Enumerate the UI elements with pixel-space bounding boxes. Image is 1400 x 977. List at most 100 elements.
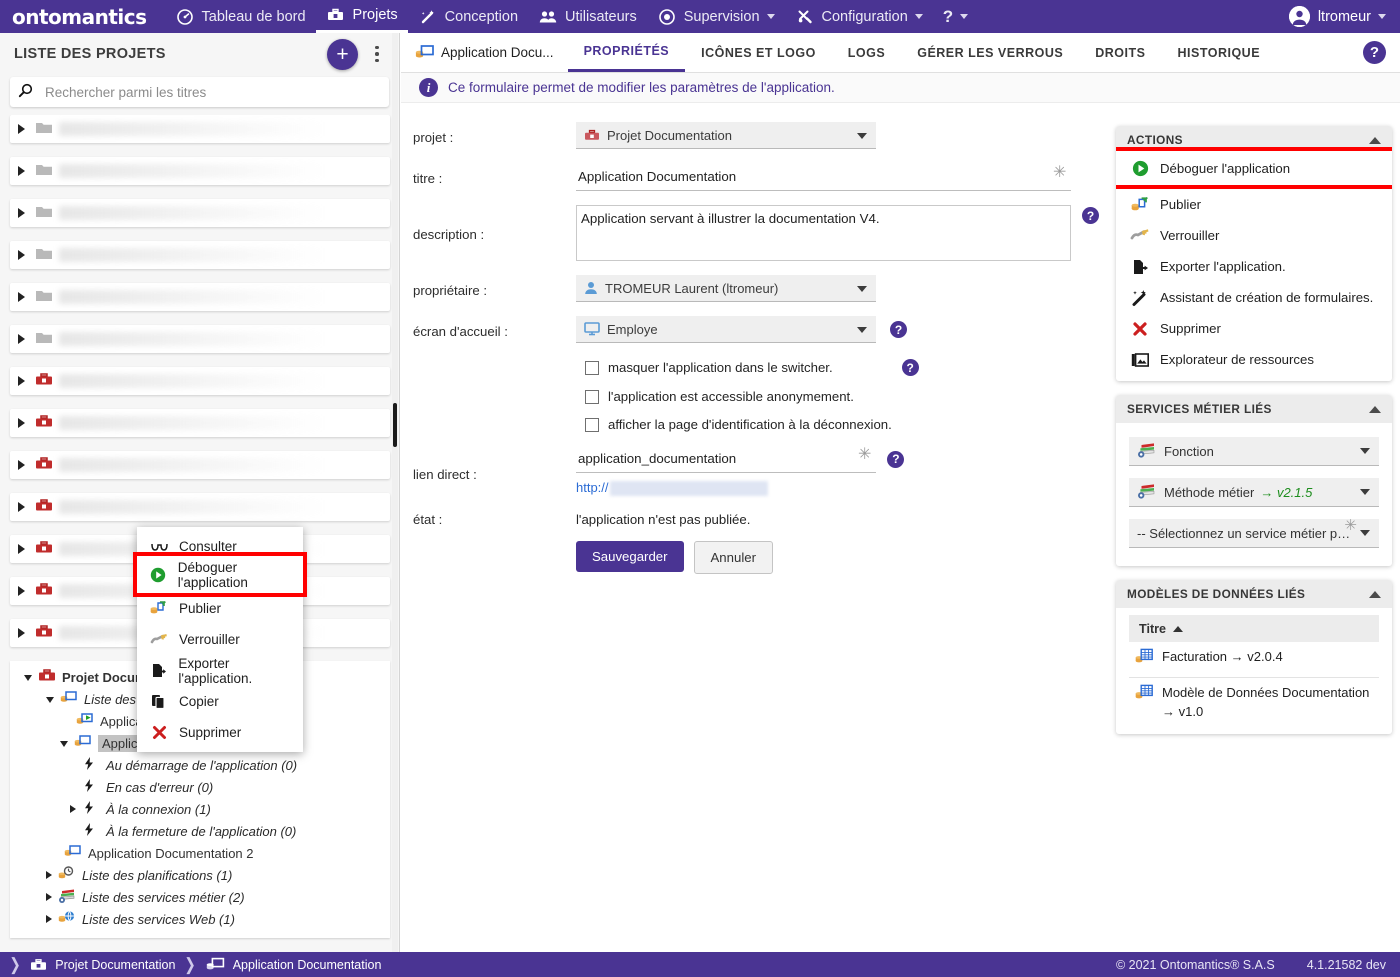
nav-item-tableau-de-bord[interactable]: Tableau de bord [165, 0, 316, 33]
list-item[interactable] [10, 409, 390, 437]
save-button[interactable]: Sauvegarder [576, 541, 684, 573]
more-options-icon[interactable] [365, 39, 389, 69]
chevron-right-icon[interactable] [18, 460, 25, 470]
models-table-header-titre[interactable]: Titre [1129, 615, 1379, 642]
projet-select[interactable]: Projet Documentation [576, 122, 876, 149]
chevron-right-icon[interactable] [18, 418, 25, 428]
action-verrouiller[interactable]: Verrouiller [1116, 220, 1392, 251]
action-assistant-formulaires[interactable]: Assistant de création de formulaires. [1116, 282, 1392, 313]
context-menu-item-copier[interactable]: Copier [137, 686, 303, 717]
description-textarea[interactable] [576, 205, 1071, 261]
help-icon-masquer[interactable]: ? [901, 359, 919, 376]
titre-input[interactable] [576, 163, 1071, 191]
help-icon-description[interactable]: ? [1082, 207, 1099, 224]
chevron-right-icon[interactable] [18, 586, 25, 596]
tree-node-en-cas-d-erreur[interactable]: En cas d'erreur (0) [10, 776, 390, 798]
lien-direct-prefix[interactable]: http:// [576, 480, 609, 495]
cancel-button[interactable]: Annuler [693, 541, 773, 575]
chevron-down-icon[interactable] [24, 675, 32, 681]
chevron-right-icon[interactable] [18, 334, 25, 344]
current-document-tab[interactable]: Application Docu... [415, 33, 568, 72]
list-item[interactable] [10, 493, 390, 521]
chevron-right-icon[interactable] [18, 292, 25, 302]
list-item[interactable] [10, 451, 390, 479]
help-icon-ecran-accueil[interactable]: ? [890, 321, 907, 338]
action-publier[interactable]: Publier [1116, 189, 1392, 220]
chevron-down-icon[interactable] [60, 741, 68, 747]
tab-historique[interactable]: HISTORIQUE [1161, 33, 1276, 72]
tab-logs[interactable]: LOGS [832, 33, 901, 72]
tree-node-application-documentation-2[interactable]: Application Documentation 2 [10, 842, 390, 864]
left-panel-scrollbar[interactable] [392, 33, 398, 952]
nav-item-help[interactable]: ? [933, 0, 978, 33]
add-project-button[interactable]: + [327, 38, 358, 70]
tab-droits[interactable]: DROITS [1079, 33, 1161, 72]
search-input[interactable] [43, 83, 381, 101]
service-select-fonction[interactable]: Fonction [1129, 437, 1379, 466]
context-menu-item-deboguer-application[interactable]: Déboguer l'application [137, 556, 303, 593]
chevron-up-icon[interactable] [1369, 136, 1381, 144]
table-row[interactable]: Modèle de Données Documentation → v1.0 [1129, 678, 1379, 728]
tree-node-liste-des-services-metier[interactable]: Liste des services métier (2) [10, 886, 390, 908]
chevron-right-icon[interactable] [18, 544, 25, 554]
context-menu-item-publier[interactable]: Publier [137, 593, 303, 624]
services-panel-header[interactable]: SERVICES MÉTIER LIÉS [1116, 395, 1392, 423]
chevron-right-icon[interactable] [18, 208, 25, 218]
tab-proprietes[interactable]: PROPRIÉTÉS [567, 33, 686, 72]
action-exporter[interactable]: Exporter l'application. [1116, 251, 1392, 282]
ecran-accueil-select[interactable]: Employe [576, 316, 876, 343]
chevron-right-icon[interactable] [18, 166, 25, 176]
service-selector-empty[interactable]: -- Sélectionnez un service métier pour r… [1129, 517, 1379, 548]
breadcrumb-projet-documentation[interactable]: ❯ Projet Documentation [2, 955, 175, 975]
list-item[interactable] [10, 241, 390, 269]
tree-node-a-la-fermeture[interactable]: À la fermeture de l'application (0) [10, 820, 390, 842]
tab-icones-et-logo[interactable]: ICÔNES ET LOGO [685, 33, 832, 72]
help-icon-lien-direct[interactable]: ? [887, 450, 905, 468]
table-row[interactable]: Facturation → v2.0.4 [1129, 642, 1379, 678]
chevron-right-icon[interactable] [70, 805, 76, 813]
tree-node-au-demarrage[interactable]: Au démarrage de l'application (0) [10, 754, 390, 776]
service-select-methode-metier[interactable]: Méthode métier → v2.1.5 [1129, 478, 1379, 507]
lien-direct-input[interactable] [576, 445, 876, 473]
list-item[interactable] [10, 199, 390, 227]
context-menu-item-exporter[interactable]: Exporter l'application. [137, 655, 303, 686]
tree-node-liste-des-services-web[interactable]: Liste des services Web (1) [10, 908, 390, 930]
context-menu-item-supprimer[interactable]: Supprimer [137, 717, 303, 748]
help-button[interactable]: ? [1363, 41, 1386, 64]
chevron-right-icon[interactable] [46, 915, 52, 923]
nav-item-projets[interactable]: Projets [315, 0, 408, 33]
list-item[interactable] [10, 115, 390, 143]
list-item[interactable] [10, 157, 390, 185]
chevron-right-icon[interactable] [46, 893, 52, 901]
breadcrumb-application-documentation[interactable]: ❯ Application Documentation [177, 955, 382, 975]
chevron-up-icon[interactable] [1369, 405, 1381, 413]
action-deboguer-application[interactable]: Déboguer l'application [1116, 151, 1392, 185]
list-item[interactable] [10, 325, 390, 353]
identification-checkbox[interactable] [585, 417, 599, 432]
tab-gerer-les-verrous[interactable]: GÉRER LES VERROUS [901, 33, 1079, 72]
user-menu[interactable]: ltromeur [1288, 6, 1386, 27]
search-box[interactable] [10, 77, 389, 107]
tree-node-liste-des-planifications[interactable]: Liste des planifications (1) [10, 864, 390, 886]
actions-panel-header[interactable]: ACTIONS [1116, 126, 1392, 154]
anonyme-checkbox[interactable] [585, 389, 599, 404]
nav-item-utilisateurs[interactable]: Utilisateurs [528, 0, 647, 33]
sort-ascending-icon[interactable] [1173, 625, 1184, 632]
lien-direct-preview[interactable]: http:// [576, 480, 768, 497]
masquer-checkbox[interactable] [585, 360, 599, 375]
chevron-right-icon[interactable] [18, 628, 25, 638]
action-supprimer[interactable]: Supprimer [1116, 313, 1392, 344]
chevron-right-icon[interactable] [18, 124, 25, 134]
context-menu-item-verrouiller[interactable]: Verrouiller [137, 624, 303, 655]
chevron-down-icon[interactable] [46, 697, 54, 703]
brand-logo[interactable]: ontomantics [12, 5, 147, 29]
chevron-up-icon[interactable] [1369, 590, 1381, 598]
chevron-right-icon[interactable] [18, 250, 25, 260]
tree-node-a-la-connexion[interactable]: À la connexion (1) [10, 798, 390, 820]
chevron-right-icon[interactable] [18, 502, 25, 512]
scrollbar-thumb[interactable] [393, 403, 397, 447]
models-panel-header[interactable]: MODÈLES DE DONNÉES LIÉS [1116, 580, 1392, 608]
nav-item-supervision[interactable]: Supervision [647, 0, 785, 33]
list-item[interactable] [10, 283, 390, 311]
list-item[interactable] [10, 367, 390, 395]
